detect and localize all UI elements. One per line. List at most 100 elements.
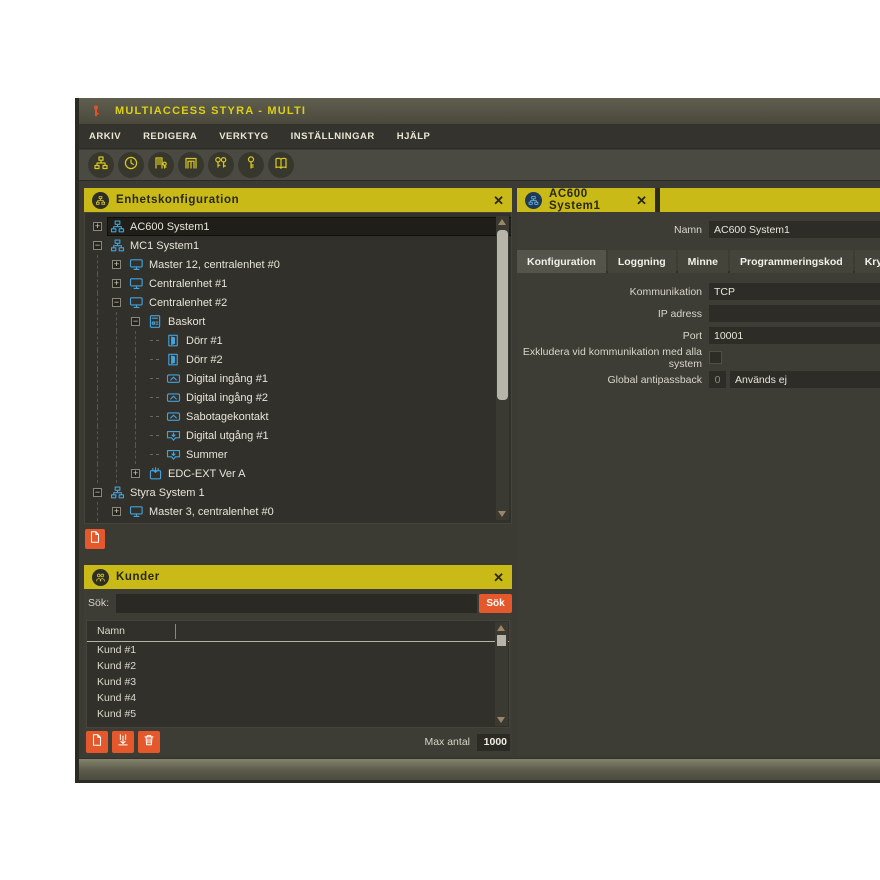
menu-item-inställningar[interactable]: INSTÄLLNINGAR (291, 131, 375, 142)
tree-node-body: Digital ingång #1 (164, 370, 511, 387)
max-count-label: Max antal (424, 736, 477, 748)
key-icon (243, 155, 259, 176)
tree-scrollbar-thumb[interactable] (497, 230, 508, 400)
scroll-up-icon[interactable] (497, 625, 505, 631)
port-input[interactable]: 10001 (709, 327, 880, 344)
keys-icon (213, 155, 229, 176)
tree-node-label: MC1 System1 (130, 240, 199, 252)
tree-node[interactable]: Sabotagekontakt (85, 407, 511, 426)
new-document-icon (90, 733, 104, 752)
customer-row[interactable]: Kund #3 (87, 674, 509, 690)
tree-node-body: Baskort (146, 313, 511, 330)
system-detail-panel: AC600 System1 ✕ Namn AC600 System1 Konfi… (517, 188, 880, 755)
hierarchy-icon (92, 192, 109, 209)
toolbar-button-book-icon[interactable] (268, 152, 294, 178)
clock-icon (123, 155, 139, 176)
customer-row[interactable]: Kund #5 (87, 706, 509, 722)
tree-node[interactable]: Digital ingång #2 (85, 388, 511, 407)
toolbar-button-building-key-icon[interactable] (148, 152, 174, 178)
customer-list-scrollbar[interactable] (495, 622, 508, 726)
new-device-button[interactable] (85, 529, 105, 549)
name-input[interactable]: AC600 System1 (709, 221, 880, 238)
module-icon (148, 466, 163, 481)
tree-node-body: Master 12, centralenhet #0 (127, 256, 511, 273)
tree-node-body: MC1 System1 (108, 237, 511, 254)
delete-customer-button[interactable] (138, 731, 160, 753)
tab-konfiguration[interactable]: Konfiguration (517, 250, 606, 273)
tree-node[interactable]: −Baskort (85, 312, 511, 331)
antipassback-mode-select[interactable]: Används ej (730, 371, 880, 388)
tab-kryptering[interactable]: Kryptering (855, 250, 880, 273)
tree-node[interactable]: Digital utgång #1 (85, 426, 511, 445)
tree-node-body: Master 3, centralenhet #0 (127, 503, 511, 520)
antipassback-count-input[interactable]: 0 (709, 371, 726, 388)
scroll-up-icon[interactable] (498, 219, 506, 225)
collapse-icon[interactable]: − (93, 241, 102, 250)
scroll-down-icon[interactable] (498, 511, 506, 517)
tree-node[interactable]: Dörr #1 (85, 331, 511, 350)
customer-row[interactable]: Kund #1 (87, 642, 509, 658)
close-icon[interactable]: ✕ (636, 194, 647, 207)
tab-minne[interactable]: Minne (678, 250, 728, 273)
tree-node-label: Centralenhet #1 (149, 278, 227, 290)
expand-icon[interactable]: + (93, 222, 102, 231)
tree-node[interactable]: +Centralenhet #1 (85, 274, 511, 293)
building-key-icon (153, 155, 169, 176)
ip-label: IP adress (517, 308, 709, 320)
kommunikation-select[interactable]: TCP (709, 283, 880, 300)
customer-row[interactable]: Kund #4 (87, 690, 509, 706)
collapse-icon[interactable]: − (93, 488, 102, 497)
toolbar-button-gate-icon[interactable] (178, 152, 204, 178)
menu-item-redigera[interactable]: REDIGERA (143, 131, 197, 142)
tab-programmeringskod[interactable]: Programmeringskod (730, 250, 853, 273)
tree-node[interactable]: +Master 12, centralenhet #0 (85, 255, 511, 274)
tree-node-body: Digital ingång #2 (164, 389, 511, 406)
tree-node[interactable]: +Master 3, centralenhet #0 (85, 502, 511, 521)
tree-node[interactable]: + AC600 System1 (85, 217, 511, 236)
tree-node-label: Styra System 1 (130, 487, 205, 499)
customer-scrollbar-thumb[interactable] (497, 635, 506, 646)
scroll-down-icon[interactable] (497, 717, 505, 723)
customer-row[interactable]: Kund #2 (87, 658, 509, 674)
menu-item-hjälp[interactable]: HJÄLP (397, 131, 431, 142)
search-input[interactable] (116, 594, 477, 613)
tree-indent-guide (116, 388, 135, 407)
system-tab[interactable]: AC600 System1 ✕ (517, 188, 655, 212)
tree-node-body: AC600 System1 (108, 218, 511, 235)
tree-node[interactable]: +EDC-EXT Ver A (85, 464, 511, 483)
tree-node-label: AC600 System1 (130, 221, 209, 233)
tree-node[interactable]: Dörr #2 (85, 350, 511, 369)
tree-node[interactable]: Summer (85, 445, 511, 464)
new-customer-button[interactable] (86, 731, 108, 753)
exkludera-checkbox[interactable] (709, 351, 722, 364)
column-divider[interactable] (175, 624, 176, 639)
toolbar-button-key-icon[interactable] (238, 152, 264, 178)
close-icon[interactable]: ✕ (493, 194, 504, 207)
max-count-input[interactable]: 1000 (477, 734, 510, 751)
search-button[interactable]: Sök (479, 594, 512, 613)
close-icon[interactable]: ✕ (493, 571, 504, 584)
ip-input[interactable] (709, 305, 880, 322)
toolbar-button-keys-icon[interactable] (208, 152, 234, 178)
door-icon (166, 352, 181, 367)
tree-indent-guide (97, 274, 116, 293)
import-customer-button[interactable] (112, 731, 134, 753)
menu-item-arkiv[interactable]: ARKIV (89, 131, 121, 142)
tree-indent-guide (116, 445, 135, 464)
tree-node[interactable]: − MC1 System1 (85, 236, 511, 255)
toolbar-button-hierarchy-icon[interactable] (88, 152, 114, 178)
tree-node-label: EDC-EXT Ver A (168, 468, 245, 480)
menu-bar: ARKIV REDIGERA VERKTYG INSTÄLLNINGAR HJÄLP (79, 124, 880, 149)
tree-node[interactable]: − Styra System 1 (85, 483, 511, 502)
tree-scrollbar[interactable] (496, 216, 509, 520)
customer-list-header[interactable]: Namn (87, 621, 509, 642)
menu-item-verktyg[interactable]: VERKTYG (219, 131, 268, 142)
column-header-namn[interactable]: Namn (97, 625, 125, 637)
tree-node[interactable]: Digital ingång #1 (85, 369, 511, 388)
tree-indent-guide (116, 369, 135, 388)
toolbar-button-clock-icon[interactable] (118, 152, 144, 178)
dinput-icon (166, 409, 181, 424)
port-label: Port (517, 330, 709, 342)
tree-node[interactable]: −Centralenhet #2 (85, 293, 511, 312)
tab-loggning[interactable]: Loggning (608, 250, 676, 273)
